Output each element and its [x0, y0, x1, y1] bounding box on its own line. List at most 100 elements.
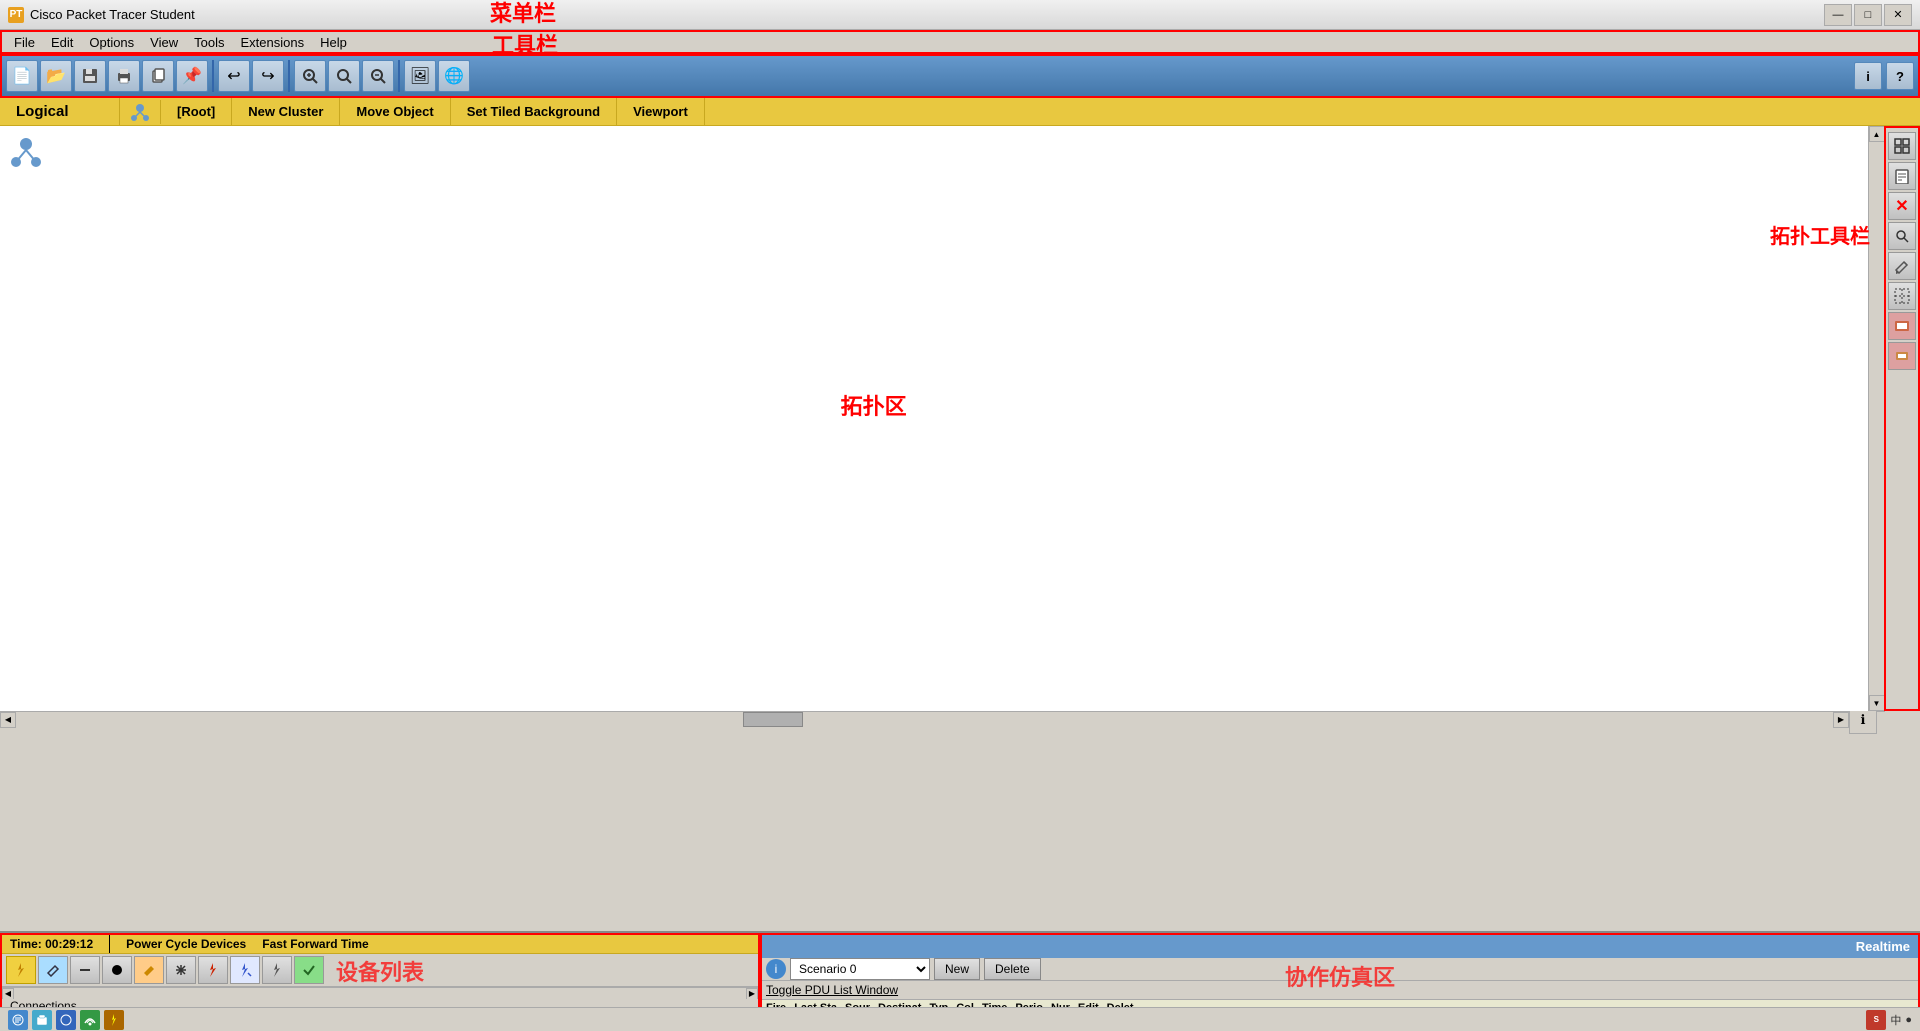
status-icon-3[interactable]	[56, 1010, 76, 1030]
logical-workspace-icon	[8, 134, 44, 173]
fast-forward-label[interactable]: Fast Forward Time	[262, 937, 368, 951]
toolbar-separator-1	[212, 60, 214, 92]
close-button[interactable]: ✕	[1884, 4, 1912, 26]
right-panel-annotation: 拓扑工具栏	[1770, 220, 1870, 249]
notes-button[interactable]	[1888, 162, 1916, 190]
zoom-in-button[interactable]	[294, 60, 326, 92]
zoom-tool-button[interactable]	[1888, 222, 1916, 250]
sohu-logo: S	[1866, 1010, 1886, 1030]
lightning-plain[interactable]	[262, 956, 292, 984]
device-h-scrollbar[interactable]: ◀ ▶	[2, 987, 758, 999]
toolbar-separator-2	[288, 60, 290, 92]
new-button[interactable]: 📄	[6, 60, 38, 92]
status-icon-5[interactable]	[104, 1010, 124, 1030]
circle-tool[interactable]	[102, 956, 132, 984]
menu-help[interactable]: Help	[312, 33, 355, 52]
app-icon: PT	[8, 7, 24, 23]
workspace-set-tiled-bg[interactable]: Set Tiled Background	[451, 98, 617, 125]
topology-area[interactable]: 拓扑区	[0, 126, 1868, 711]
scroll-track	[1869, 142, 1884, 695]
delete-button[interactable]: ✕	[1888, 192, 1916, 220]
horizontal-scrollbar[interactable]: ◀ ▶ ℹ	[0, 711, 1885, 727]
lightning-red[interactable]	[198, 956, 228, 984]
scenario-info-icon[interactable]: i	[766, 959, 786, 979]
workspace-logical[interactable]: Logical	[0, 98, 120, 125]
zoom-button[interactable]	[328, 60, 360, 92]
print-button[interactable]	[108, 60, 140, 92]
colored-pencil[interactable]	[134, 956, 164, 984]
scroll-left-arrow[interactable]: ◀	[0, 712, 16, 728]
asterisk-tool[interactable]	[166, 956, 196, 984]
scroll-right-arrow[interactable]: ▶	[1833, 712, 1849, 728]
scroll-down-arrow[interactable]: ▼	[1869, 695, 1885, 711]
select-tool-button[interactable]	[1888, 132, 1916, 160]
zoom-out-button[interactable]	[362, 60, 394, 92]
workspace-bar: Logical [Root] New Cluster Move Object S…	[0, 98, 1920, 126]
chinese-text-1: 中	[1890, 1012, 1901, 1028]
help-button[interactable]: ?	[1886, 62, 1914, 90]
topology-annotation: 拓扑区	[841, 389, 907, 421]
scenario-select[interactable]: Scenario 0	[790, 958, 930, 980]
power-cycle-label[interactable]: Power Cycle Devices	[126, 937, 246, 951]
device-scroll-right[interactable]: ▶	[746, 988, 758, 1000]
device-scroll-track	[14, 988, 746, 999]
workspace-root[interactable]: [Root]	[161, 98, 232, 125]
pdu-toggle-link[interactable]: Toggle PDU List Window	[766, 983, 898, 997]
info-button[interactable]: i	[1854, 62, 1882, 90]
scroll-up-arrow[interactable]: ▲	[1869, 126, 1885, 142]
scroll-thumb-h[interactable]	[743, 712, 803, 727]
workspace-move-object[interactable]: Move Object	[340, 98, 450, 125]
workspace-viewport[interactable]: Viewport	[617, 98, 705, 125]
vertical-scrollbar[interactable]: ▲ ▼	[1868, 126, 1884, 711]
chinese-text-2: ●	[1905, 1014, 1912, 1026]
menu-edit[interactable]: Edit	[43, 33, 81, 52]
resize-button[interactable]	[1888, 282, 1916, 310]
workspace-new-cluster[interactable]: New Cluster	[232, 98, 340, 125]
check-tool[interactable]	[294, 956, 324, 984]
menu-extensions[interactable]: Extensions	[232, 33, 312, 52]
snapshot-button[interactable]: 🖼	[404, 60, 436, 92]
app-title: Cisco Packet Tracer Student	[30, 7, 195, 22]
menu-options[interactable]: Options	[81, 33, 142, 52]
status-icon-2[interactable]	[32, 1010, 52, 1030]
title-left: PT Cisco Packet Tracer Student	[8, 7, 195, 23]
status-icon-4[interactable]	[80, 1010, 100, 1030]
menu-file[interactable]: File	[6, 33, 43, 52]
maximize-button[interactable]: □	[1854, 4, 1882, 26]
copy-button[interactable]	[142, 60, 174, 92]
status-icon-1[interactable]	[8, 1010, 28, 1030]
minimize-button[interactable]: —	[1824, 4, 1852, 26]
time-bar: Time: 00:29:12 Power Cycle Devices Fast …	[2, 935, 758, 954]
bottom-left-icons	[8, 1010, 124, 1030]
fire-button[interactable]	[6, 956, 36, 984]
sim-annotation: 协作仿真区	[1285, 960, 1395, 992]
undo-button[interactable]: ↩	[218, 60, 250, 92]
workspace-logical-icon[interactable]	[120, 100, 161, 124]
device-list-annotation: 设备列表	[336, 955, 424, 987]
menubar-annotation: 菜单栏	[490, 0, 556, 28]
scenario-delete-button[interactable]: Delete	[984, 958, 1041, 980]
lightning-arrow[interactable]	[230, 956, 260, 984]
bottom-status-bar: S 中 ●	[0, 1007, 1920, 1031]
menu-tools[interactable]: Tools	[186, 33, 232, 52]
time-separator	[109, 935, 110, 953]
draw-button[interactable]	[1888, 252, 1916, 280]
info-buttons: i ?	[1854, 62, 1914, 90]
scenario-new-button[interactable]: New	[934, 958, 980, 980]
network-button[interactable]: 🌐	[438, 60, 470, 92]
main-content: 拓扑区 ▲ ▼ ✕	[0, 126, 1920, 711]
pencil-tool[interactable]	[38, 956, 68, 984]
line-tool[interactable]	[70, 956, 100, 984]
menu-bar: File Edit Options View Tools Extensions …	[0, 30, 1920, 54]
menu-view[interactable]: View	[142, 33, 186, 52]
device-1-button[interactable]	[1888, 312, 1916, 340]
open-button[interactable]: 📂	[40, 60, 72, 92]
device-2-button[interactable]	[1888, 342, 1916, 370]
save-button[interactable]	[74, 60, 106, 92]
paste-button[interactable]: 📌	[176, 60, 208, 92]
scroll-track-h	[16, 712, 1833, 727]
redo-button[interactable]: ↪	[252, 60, 284, 92]
toolbar-annotation: 工具栏	[492, 28, 558, 60]
device-scroll-left[interactable]: ◀	[2, 988, 14, 1000]
window-controls: — □ ✕	[1824, 4, 1912, 26]
